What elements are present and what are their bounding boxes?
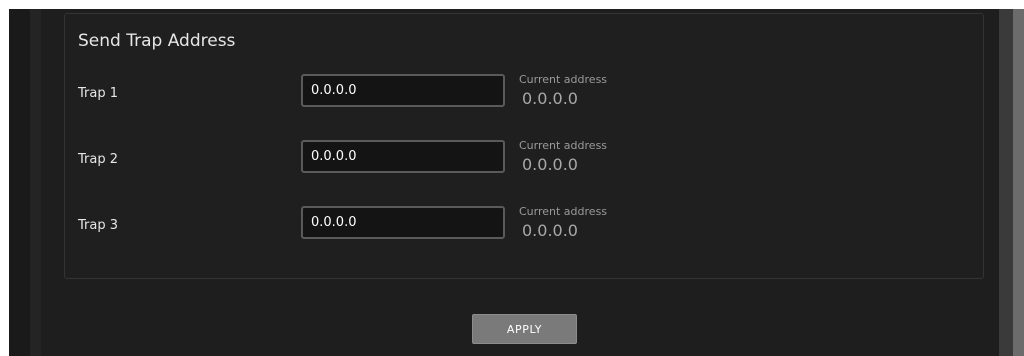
trap-2-current-address-caption: Current address (519, 139, 608, 152)
trap-row-3: Trap 3 Current address 0.0.0.0 (65, 205, 985, 246)
trap-row-1: Trap 1 Current address 0.0.0.0 (65, 73, 985, 114)
left-rail-edge (30, 9, 41, 356)
section-title: Send Trap Address (78, 31, 236, 51)
left-rail (9, 9, 30, 356)
right-rail (999, 9, 1013, 356)
trap-2-label: Trap 2 (78, 152, 118, 167)
send-trap-address-panel: Send Trap Address Trap 1 Current address… (64, 13, 984, 279)
trap-2-current-address-value: 0.0.0.0 (522, 155, 578, 174)
app-frame: Send Trap Address Trap 1 Current address… (9, 9, 1024, 356)
trap-1-current-address-value: 0.0.0.0 (522, 89, 578, 108)
trap-2-address-input[interactable] (301, 140, 505, 173)
page-scrollbar[interactable] (1013, 9, 1024, 356)
main-content: Send Trap Address Trap 1 Current address… (41, 9, 999, 356)
trap-3-address-input[interactable] (301, 206, 505, 239)
trap-3-current-address-caption: Current address (519, 205, 608, 218)
trap-1-address-input[interactable] (301, 74, 505, 107)
trap-1-label: Trap 1 (78, 86, 118, 101)
trap-row-2: Trap 2 Current address 0.0.0.0 (65, 139, 985, 180)
trap-3-current-address-value: 0.0.0.0 (522, 221, 578, 240)
trap-3-label: Trap 3 (78, 218, 118, 233)
apply-button[interactable]: APPLY (472, 314, 577, 344)
trap-1-current-address-caption: Current address (519, 73, 608, 86)
